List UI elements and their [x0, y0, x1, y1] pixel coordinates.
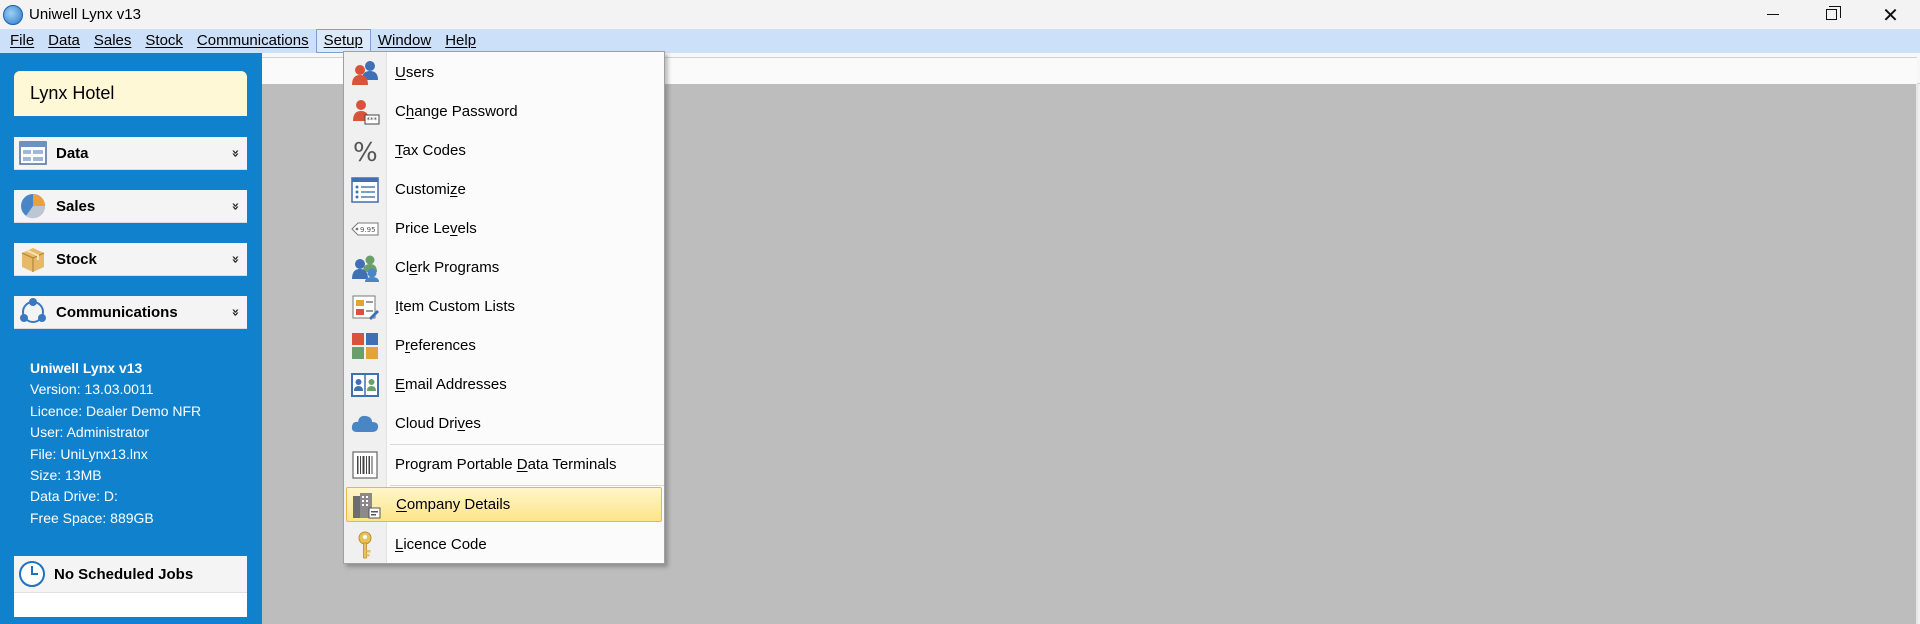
info-file: File: UniLynx13.lnx — [30, 445, 148, 462]
restore-button[interactable] — [1802, 0, 1861, 29]
section-stock[interactable]: Stock » — [14, 243, 247, 276]
scheduled-jobs-label: No Scheduled Jobs — [54, 565, 194, 583]
chevron-down-icon: » — [227, 254, 243, 264]
key-icon — [350, 530, 380, 560]
network-icon — [18, 297, 48, 327]
info-licence: Licence: Dealer Demo NFR — [30, 402, 202, 419]
setup-menu-dropdown: Users *** Change Password % Tax Codes Cu… — [343, 51, 665, 564]
section-communications-label: Communications — [56, 303, 178, 321]
menu-item-price-levels[interactable]: 9.95 Price Levels — [344, 210, 664, 247]
company-details-icon — [351, 490, 381, 520]
users-icon — [350, 58, 380, 88]
close-button[interactable]: ✕ — [1861, 0, 1920, 29]
system-info: Uniwell Lynx v13 Version: 13.03.0011 Lic… — [30, 358, 201, 529]
menu-item-cloud-drives[interactable]: Cloud Drives — [344, 405, 664, 442]
menu-communications[interactable]: Communications — [190, 30, 316, 52]
section-sales[interactable]: Sales » — [14, 190, 247, 223]
section-data-label: Data — [56, 144, 89, 162]
clerk-programs-icon — [350, 253, 380, 283]
info-version: Version: 13.03.0011 — [30, 381, 154, 398]
box-icon — [18, 244, 48, 274]
percent-icon: % — [350, 136, 380, 168]
close-icon: ✕ — [1882, 2, 1899, 27]
menu-bar: File Data Sales Stock Communications Set… — [0, 29, 1920, 53]
cloud-icon — [350, 409, 380, 439]
menu-item-users[interactable]: Users — [344, 54, 664, 91]
menu-item-tax-codes[interactable]: % Tax Codes — [344, 132, 664, 169]
menu-window[interactable]: Window — [371, 30, 438, 52]
menu-item-licence-code[interactable]: Licence Code — [344, 526, 664, 563]
menu-item-email-addresses[interactable]: Email Addresses — [344, 366, 664, 403]
title-bar: Uniwell Lynx v13 ✕ — [0, 0, 1920, 29]
menu-item-program-portable-data-terminals[interactable]: Program Portable Data Terminals — [344, 446, 664, 483]
info-drive: Data Drive: D: — [30, 488, 118, 505]
svg-text:***: *** — [367, 116, 378, 124]
restore-icon — [1826, 6, 1841, 20]
pie-chart-icon — [18, 191, 48, 221]
window-title: Uniwell Lynx v13 — [29, 6, 141, 23]
menu-item-item-custom-lists[interactable]: Item Custom Lists — [344, 288, 664, 325]
menu-item-clerk-programs[interactable]: Clerk Programs — [344, 249, 664, 286]
left-panel: Lynx Hotel Data » Sales » Stock » Commun… — [0, 53, 262, 624]
chevron-down-icon: » — [227, 307, 243, 317]
menu-item-change-password[interactable]: *** Change Password — [344, 93, 664, 130]
hotel-name: Lynx Hotel — [14, 71, 247, 116]
customize-icon — [350, 175, 380, 205]
menu-stock[interactable]: Stock — [138, 30, 190, 52]
menu-item-company-details[interactable]: Company Details — [346, 487, 662, 522]
chevron-down-icon: » — [227, 201, 243, 211]
menu-separator — [390, 444, 664, 445]
info-app: Uniwell Lynx v13 — [30, 360, 143, 376]
info-user: User: Administrator — [30, 424, 150, 441]
barcode-icon — [350, 450, 380, 480]
preferences-icon — [350, 331, 380, 361]
clock-icon — [19, 561, 45, 587]
svg-text:9.95: 9.95 — [360, 226, 376, 234]
info-size: Size: 13MB — [30, 467, 102, 484]
minimize-button[interactable] — [1743, 0, 1802, 29]
section-data[interactable]: Data » — [14, 137, 247, 170]
menu-separator — [390, 485, 664, 486]
menu-data[interactable]: Data — [41, 30, 87, 52]
section-sales-label: Sales — [56, 197, 96, 215]
menu-help[interactable]: Help — [438, 30, 483, 52]
menu-file[interactable]: File — [0, 30, 41, 52]
email-addresses-icon — [350, 370, 380, 400]
menu-item-preferences[interactable]: Preferences — [344, 327, 664, 364]
price-tag-icon: 9.95 — [350, 214, 380, 244]
menu-sales[interactable]: Sales — [87, 30, 139, 52]
scheduled-jobs-header[interactable]: No Scheduled Jobs — [14, 556, 247, 593]
change-password-icon: *** — [350, 97, 380, 127]
app-icon — [3, 4, 23, 25]
item-custom-lists-icon — [350, 292, 380, 322]
minimize-icon — [1766, 14, 1779, 15]
chevron-down-icon: » — [227, 148, 243, 158]
scheduled-jobs[interactable]: No Scheduled Jobs — [14, 556, 247, 617]
svg-text:%: % — [353, 138, 378, 166]
menu-item-customize[interactable]: Customize — [344, 171, 664, 208]
menu-setup[interactable]: Setup — [315, 29, 371, 53]
window-controls: ✕ — [1743, 0, 1920, 29]
section-stock-label: Stock — [56, 250, 97, 268]
section-communications[interactable]: Communications » — [14, 296, 247, 329]
data-icon — [18, 138, 48, 168]
info-free: Free Space: 889GB — [30, 509, 154, 526]
